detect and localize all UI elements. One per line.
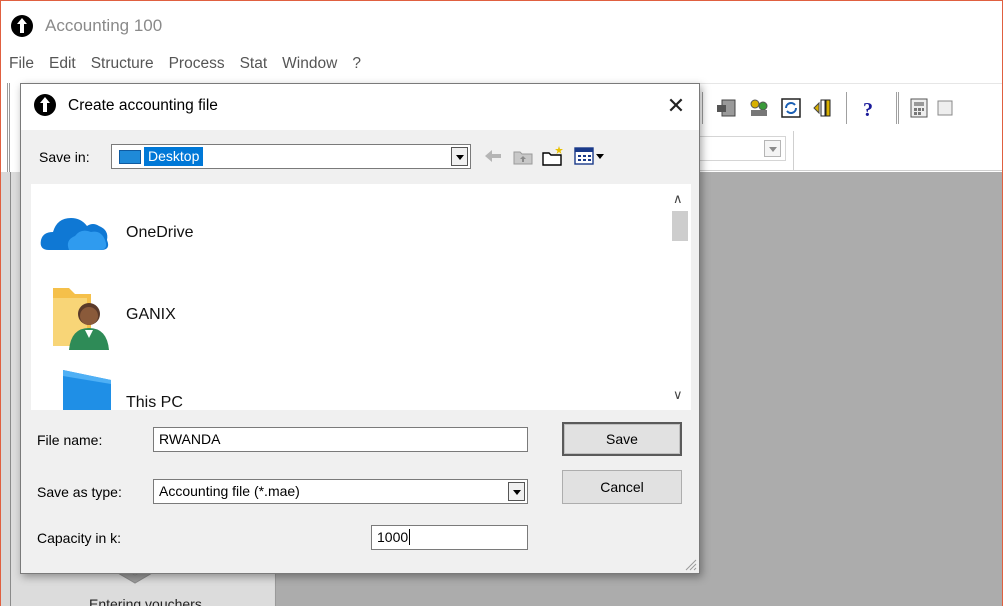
file-name-input[interactable]: RWANDA xyxy=(153,427,528,452)
file-name-label: File name: xyxy=(37,432,103,448)
secondary-toolbar xyxy=(696,131,1002,171)
left-panel-label[interactable]: Entering vouchers xyxy=(89,596,202,606)
close-icon[interactable]: ✕ xyxy=(661,91,691,121)
file-list-scrollbar[interactable]: ∧ ∨ xyxy=(669,184,691,410)
save-as-type-select[interactable]: Accounting file (*.mae) xyxy=(153,479,528,504)
menu-structure[interactable]: Structure xyxy=(91,55,154,73)
capacity-input[interactable]: 1000 xyxy=(371,525,528,550)
ganix-label: GANIX xyxy=(126,306,176,323)
app-logo-icon xyxy=(34,94,56,116)
save-as-type-label: Save as type: xyxy=(37,484,122,500)
menu-window[interactable]: Window xyxy=(282,55,337,73)
menu-edit[interactable]: Edit xyxy=(49,55,76,73)
save-button[interactable]: Save xyxy=(562,422,682,456)
svg-text:?: ? xyxy=(863,99,873,119)
scroll-thumb[interactable] xyxy=(672,211,688,241)
list-item[interactable]: GANIX xyxy=(31,276,651,356)
menu-file[interactable]: File xyxy=(9,55,34,73)
save-as-type-value: Accounting file (*.mae) xyxy=(159,483,300,499)
save-in-select[interactable]: Desktop xyxy=(111,144,471,169)
this-pc-label: This PC xyxy=(126,394,183,411)
desktop-icon xyxy=(119,150,141,164)
file-list[interactable]: OneDrive GANIX This PC ∧ ∨ xyxy=(31,184,691,411)
chevron-down-icon[interactable] xyxy=(451,147,468,166)
app-logo-icon xyxy=(11,15,33,37)
menu-process[interactable]: Process xyxy=(169,55,225,73)
create-file-dialog: Create accounting file ✕ Save in: Deskto… xyxy=(20,83,700,574)
scroll-up-icon[interactable]: ∧ xyxy=(673,191,683,207)
dialog-title: Create accounting file xyxy=(68,97,218,114)
chevron-down-icon[interactable] xyxy=(764,140,781,157)
toolbar-separator xyxy=(896,92,899,124)
menu-help[interactable]: ? xyxy=(352,55,361,73)
toolbar-separator xyxy=(702,92,703,124)
users-icon[interactable] xyxy=(748,97,770,119)
cancel-button[interactable]: Cancel xyxy=(562,470,682,504)
save-in-value: Desktop xyxy=(144,147,204,166)
refresh-document-icon[interactable] xyxy=(780,97,802,119)
help-icon[interactable]: ? xyxy=(858,97,880,119)
save-in-label: Save in: xyxy=(39,149,90,165)
calculator-icon[interactable] xyxy=(908,97,930,119)
main-toolbar: ? xyxy=(696,83,1002,131)
onedrive-cloud-icon xyxy=(40,218,109,250)
text-caret xyxy=(409,529,411,545)
menu-stat[interactable]: Stat xyxy=(240,55,268,73)
new-folder-icon[interactable] xyxy=(541,144,565,168)
post-entry-icon[interactable] xyxy=(716,97,738,119)
app-title: Accounting 100 xyxy=(45,16,163,35)
columns-icon[interactable] xyxy=(812,97,834,119)
toolbar-combo[interactable] xyxy=(696,136,786,161)
app-titlebar: Accounting 100 xyxy=(1,1,1002,47)
capacity-label: Capacity in k: xyxy=(37,530,122,546)
menu-bar: File Edit Structure Process Stat Window … xyxy=(9,55,376,73)
resize-grip-icon[interactable] xyxy=(683,557,697,571)
toolbar-separator xyxy=(846,92,847,124)
up-folder-icon[interactable] xyxy=(511,144,535,168)
grid-icon[interactable] xyxy=(936,97,958,119)
toolbar-separator xyxy=(793,131,794,171)
list-item[interactable]: OneDrive xyxy=(31,194,651,274)
back-arrow-icon[interactable] xyxy=(481,144,505,168)
onedrive-label: OneDrive xyxy=(126,224,194,241)
capacity-value: 1000 xyxy=(377,529,409,545)
computer-icon xyxy=(63,370,111,410)
view-menu-icon[interactable] xyxy=(573,144,609,168)
list-item[interactable]: This PC xyxy=(31,358,651,438)
chevron-down-icon[interactable] xyxy=(508,482,525,501)
scroll-down-icon[interactable]: ∨ xyxy=(673,387,683,403)
dialog-titlebar: Create accounting file ✕ xyxy=(21,84,699,130)
app-window: Accounting 100 File Edit Structure Proce… xyxy=(0,0,1003,606)
user-folder-icon xyxy=(53,288,109,350)
